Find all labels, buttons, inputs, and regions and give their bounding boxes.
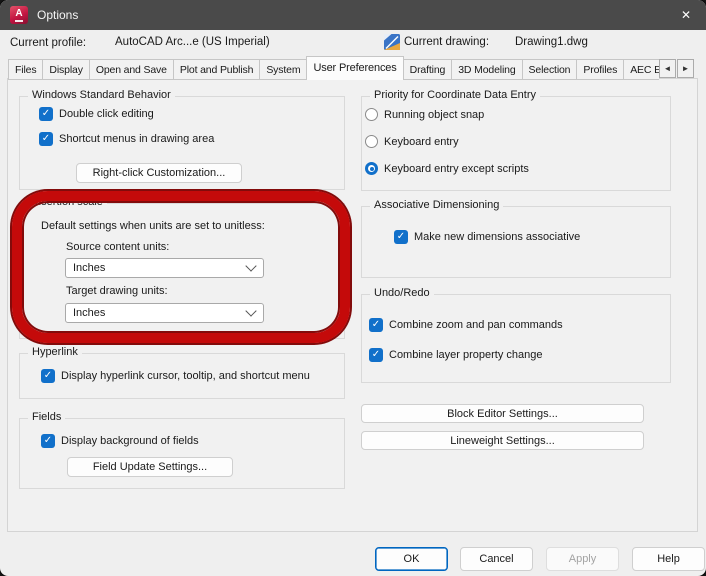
tab-user-preferences[interactable]: User Preferences: [306, 56, 404, 80]
checkbox-label: Display background of fields: [61, 435, 199, 447]
check-icon: ✓: [43, 435, 53, 446]
checkbox-label: Combine layer property change: [389, 349, 543, 361]
checkbox-label: Shortcut menus in drawing area: [59, 133, 215, 145]
autocad-logo-underline: [15, 19, 23, 22]
ok-button[interactable]: OK: [375, 547, 448, 571]
current-profile-value: AutoCAD Arc...e (US Imperial): [115, 36, 270, 48]
radio-row-running-object-snap[interactable]: Running object snap: [365, 108, 484, 121]
group-title-priority: Priority for Coordinate Data Entry: [370, 89, 541, 101]
window-title: Options: [37, 8, 79, 22]
check-icon: ✓: [396, 231, 406, 242]
select-value: Inches: [73, 307, 106, 319]
close-icon[interactable]: ✕: [678, 7, 694, 23]
tab-3d-modeling[interactable]: 3D Modeling: [451, 59, 523, 80]
tab-aec-editor[interactable]: AEC E: [623, 59, 659, 80]
checkbox-row-make-new-dimensions-associative[interactable]: ✓ Make new dimensions associative: [394, 230, 580, 244]
tab-strip: Files Display Open and Save Plot and Pub…: [7, 56, 659, 80]
checkbox-row-combine-zoom-pan[interactable]: ✓ Combine zoom and pan commands: [369, 318, 563, 332]
checkbox-double-click-editing[interactable]: ✓: [39, 107, 53, 121]
tab-drafting[interactable]: Drafting: [402, 59, 453, 80]
checkbox-display-background-of-fields[interactable]: ✓: [41, 434, 55, 448]
tab-system[interactable]: System: [259, 59, 308, 80]
target-drawing-units-label: Target drawing units:: [66, 285, 168, 297]
arrow-left-icon: ◄: [663, 64, 672, 73]
checkbox-row-double-click-editing[interactable]: ✓ Double click editing: [39, 107, 154, 121]
tab-open-and-save[interactable]: Open and Save: [88, 59, 174, 80]
radio-row-keyboard-entry[interactable]: Keyboard entry: [365, 135, 459, 148]
tab-selection[interactable]: Selection: [521, 59, 578, 80]
checkbox-row-hyperlink-cursor[interactable]: ✓ Display hyperlink cursor, tooltip, and…: [41, 369, 310, 383]
checkbox-hyperlink-cursor[interactable]: ✓: [41, 369, 55, 383]
options-dialog: A Options ✕ Current profile: AutoCAD Arc…: [0, 0, 706, 576]
check-icon: ✓: [41, 108, 51, 119]
radio-label: Running object snap: [384, 108, 485, 121]
check-icon: ✓: [371, 349, 381, 360]
checkbox-combine-layer-property[interactable]: ✓: [369, 348, 383, 362]
cancel-button[interactable]: Cancel: [460, 547, 533, 571]
source-content-units-select[interactable]: Inches: [65, 258, 264, 278]
select-value: Inches: [73, 262, 106, 274]
group-fields: Fields: [19, 411, 345, 489]
apply-button[interactable]: Apply: [546, 547, 619, 571]
field-update-settings-button[interactable]: Field Update Settings...: [67, 457, 233, 477]
group-title-associative-dimensioning: Associative Dimensioning: [370, 199, 504, 211]
arrow-right-icon: ►: [681, 64, 690, 73]
current-drawing-value: Drawing1.dwg: [515, 36, 588, 48]
radio-dot: [369, 166, 374, 171]
tab-scroll-left-button[interactable]: ◄: [659, 59, 676, 78]
radio-keyboard-entry[interactable]: [365, 135, 378, 148]
chevron-down-icon: [245, 305, 257, 317]
user-preferences-page: Windows Standard Behavior ✓ Double click…: [7, 78, 698, 532]
check-icon: ✓: [43, 370, 53, 381]
tab-scroll-right-button[interactable]: ►: [677, 59, 694, 78]
tab-profiles[interactable]: Profiles: [576, 59, 625, 80]
chevron-down-icon: [245, 260, 257, 272]
insertion-scale-description: Default settings when units are set to u…: [41, 220, 265, 232]
checkbox-label: Display hyperlink cursor, tooltip, and s…: [61, 370, 310, 382]
checkbox-label: Make new dimensions associative: [414, 231, 581, 243]
group-title-windows-standard-behavior: Windows Standard Behavior: [28, 89, 175, 101]
tab-plot-and-publish[interactable]: Plot and Publish: [172, 59, 261, 80]
radio-label: Keyboard entry except scripts: [384, 162, 529, 175]
checkbox-label: Double click editing: [59, 108, 154, 120]
lineweight-settings-button[interactable]: Lineweight Settings...: [361, 431, 644, 450]
checkbox-row-display-background-of-fields[interactable]: ✓ Display background of fields: [41, 434, 199, 448]
help-button[interactable]: Help: [632, 547, 705, 571]
radio-keyboard-entry-except-scripts[interactable]: [365, 162, 378, 175]
autocad-logo-icon: A: [10, 6, 28, 24]
radio-row-keyboard-entry-except-scripts[interactable]: Keyboard entry except scripts: [365, 162, 529, 175]
group-title-hyperlink: Hyperlink: [28, 346, 82, 358]
checkbox-row-shortcut-menus[interactable]: ✓ Shortcut menus in drawing area: [39, 132, 214, 146]
radio-running-object-snap[interactable]: [365, 108, 378, 121]
right-click-customization-button[interactable]: Right-click Customization...: [76, 163, 242, 183]
check-icon: ✓: [41, 133, 51, 144]
checkbox-make-new-dimensions-associative[interactable]: ✓: [394, 230, 408, 244]
group-title-fields: Fields: [28, 411, 66, 423]
current-profile-label: Current profile:: [10, 37, 87, 49]
title-bar: A Options ✕: [0, 0, 706, 30]
group-title-insertion-scale: Insertion scale: [28, 196, 107, 208]
block-editor-settings-button[interactable]: Block Editor Settings...: [361, 404, 644, 423]
autocad-logo-letter: A: [15, 7, 23, 19]
target-drawing-units-select[interactable]: Inches: [65, 303, 264, 323]
source-content-units-label: Source content units:: [66, 241, 170, 253]
group-undo-redo: Undo/Redo: [361, 287, 671, 383]
tab-display[interactable]: Display: [42, 59, 90, 80]
group-title-undo-redo: Undo/Redo: [370, 287, 434, 299]
current-drawing-label: Current drawing:: [404, 36, 490, 48]
checkbox-combine-zoom-pan[interactable]: ✓: [369, 318, 383, 332]
tab-files[interactable]: Files: [8, 59, 44, 80]
checkbox-row-combine-layer-property[interactable]: ✓ Combine layer property change: [369, 348, 542, 362]
drawing-file-icon: [384, 34, 400, 50]
radio-label: Keyboard entry: [384, 135, 459, 148]
checkbox-shortcut-menus[interactable]: ✓: [39, 132, 53, 146]
check-icon: ✓: [371, 319, 381, 330]
checkbox-label: Combine zoom and pan commands: [389, 319, 563, 331]
